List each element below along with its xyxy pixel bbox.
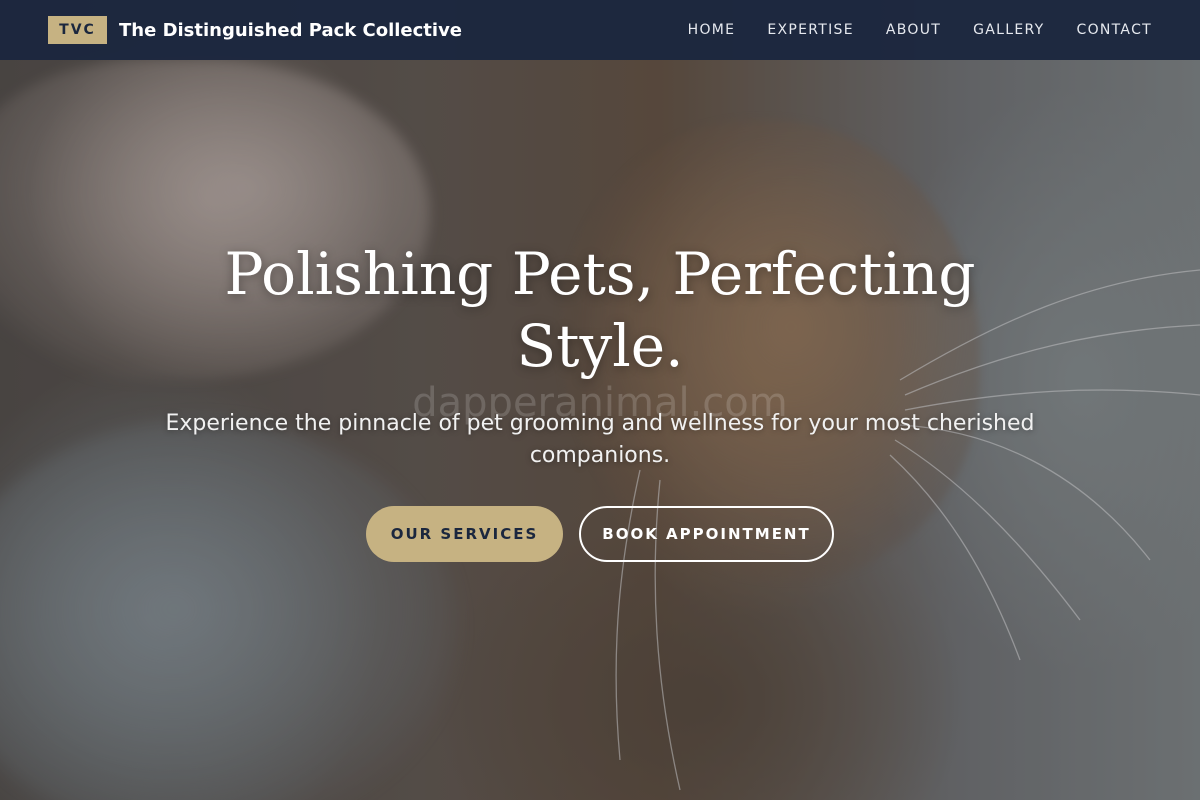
nav-link-about[interactable]: ABOUT: [886, 22, 941, 38]
book-appointment-button[interactable]: BOOK APPOINTMENT: [579, 506, 834, 562]
nav-link-expertise[interactable]: EXPERTISE: [767, 22, 854, 38]
main-nav: HOME EXPERTISE ABOUT GALLERY CONTACT: [656, 22, 1152, 38]
nav-link-contact[interactable]: CONTACT: [1077, 22, 1153, 38]
hero-content: Polishing Pets, Perfecting Style. dapper…: [0, 238, 1200, 562]
nav-link-gallery[interactable]: GALLERY: [973, 22, 1044, 38]
brand-logo[interactable]: TVC The Distinguished Pack Collective: [48, 16, 462, 44]
nav-link-home[interactable]: HOME: [688, 22, 736, 38]
top-navigation-bar: TVC The Distinguished Pack Collective HO…: [0, 0, 1200, 60]
our-services-button[interactable]: OUR SERVICES: [366, 506, 563, 562]
hero-cta-group: OUR SERVICES BOOK APPOINTMENT: [0, 506, 1200, 562]
hero-headline: Polishing Pets, Perfecting Style.: [224, 240, 976, 380]
hero-subheadline: Experience the pinnacle of pet grooming …: [165, 411, 1035, 468]
brand-name[interactable]: The Distinguished Pack Collective: [119, 20, 462, 41]
brand-badge[interactable]: TVC: [48, 16, 107, 44]
